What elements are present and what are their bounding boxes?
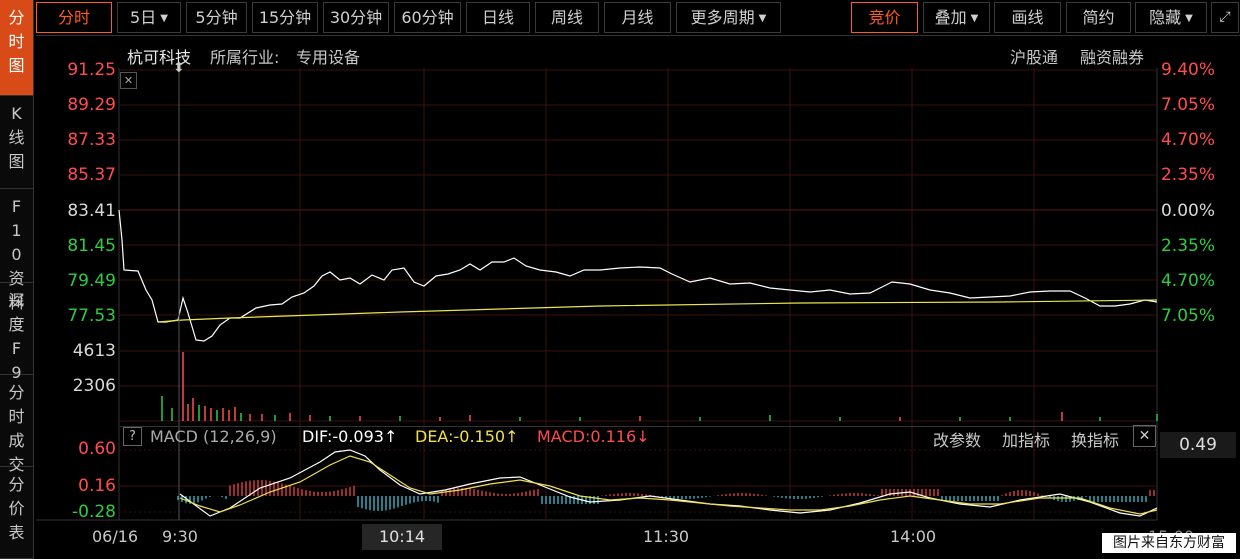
price-label: 85.37 [67,165,116,185]
price-label: 89.29 [67,95,116,115]
macd-dif: DIF:-0.093↑ [302,427,398,446]
price-label: 77.53 [67,306,116,326]
change-params-button[interactable]: 改参数 [933,427,981,451]
volume-label: 2306 [72,376,116,396]
percent-label: 7.05% [1160,95,1215,115]
price-label: 79.49 [67,271,116,291]
macd-axis-label: -0.28 [72,502,116,522]
percent-label: 7.05% [1160,306,1215,326]
help-icon[interactable]: ? [123,427,142,446]
macd-axis-label: 0.16 [78,476,116,496]
macd-right-value: 0.49 [1160,432,1236,458]
percent-label: 2.35% [1160,165,1215,185]
price-label: 83.41 [67,201,116,221]
close-icon[interactable]: ✕ [1133,425,1156,447]
time-label: 11:30 [643,527,690,546]
percent-label: 2.35% [1160,236,1215,256]
macd-axis-label: 0.60 [78,439,116,459]
macd-dea: DEA:-0.150↑ [415,427,519,446]
price-label: 81.45 [67,236,116,256]
time-label: 9:30 [162,527,198,546]
price-label: 87.33 [67,130,116,150]
price-label: 91.25 [67,60,116,80]
percent-label: 9.40% [1160,60,1215,80]
date-label: 06/16 [92,527,139,546]
macd-title: MACD (12,26,9) [150,427,277,446]
volume-label: 4613 [72,341,116,361]
time-label: 14:00 [890,527,937,546]
price-line [118,209,1158,342]
switch-indicator-button[interactable]: 换指标 [1071,427,1119,451]
cursor-time-label: 10:14 [362,524,442,550]
percent-label: 4.70% [1160,130,1215,150]
watermark: 图片来自东方财富 [1102,533,1236,553]
percent-label: 4.70% [1160,271,1215,291]
marker-arrow-icon: ⬍ [173,60,185,76]
overlay-close-icon[interactable]: ✕ [120,72,137,89]
macd-value: MACD:0.116↓ [537,427,650,446]
intraday-chart[interactable] [0,0,1240,559]
percent-label: 0.00% [1160,201,1215,221]
average-line [157,299,1158,323]
add-indicator-button[interactable]: 加指标 [1002,427,1050,451]
